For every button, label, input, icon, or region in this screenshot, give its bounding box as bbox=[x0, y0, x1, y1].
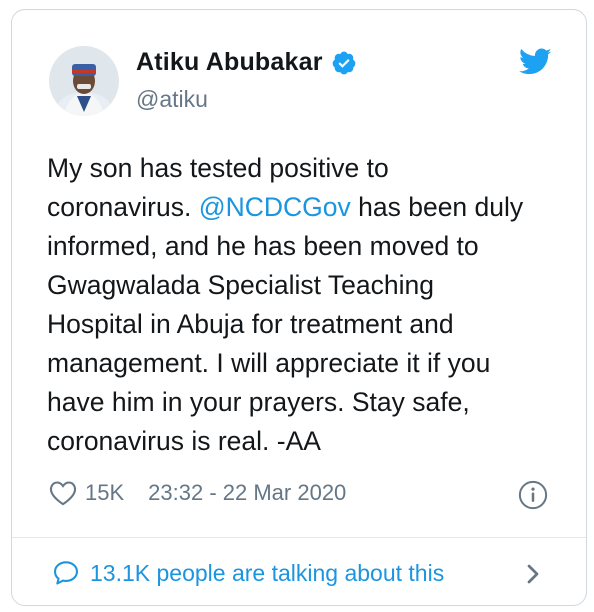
talking-about-label[interactable]: 13.1K people are talking about this bbox=[90, 560, 444, 587]
speech-bubble-icon bbox=[52, 559, 80, 587]
tweet-meta: 15K 23:32 - 22 Mar 2020 bbox=[49, 480, 346, 506]
chevron-right-icon[interactable] bbox=[524, 562, 542, 586]
author-name-row[interactable]: Atiku Abubakar bbox=[136, 48, 357, 77]
heart-icon[interactable] bbox=[49, 480, 77, 506]
talking-about-link[interactable]: 13.1K people are talking about this bbox=[52, 559, 444, 587]
mention-link[interactable]: @NCDCGov bbox=[199, 192, 351, 222]
tweet-timestamp[interactable]: 23:32 - 22 Mar 2020 bbox=[148, 480, 346, 506]
divider bbox=[12, 537, 586, 538]
info-icon[interactable] bbox=[518, 480, 548, 510]
author-handle[interactable]: @atiku bbox=[136, 86, 208, 113]
like-count[interactable]: 15K bbox=[85, 480, 124, 506]
verified-badge-icon bbox=[331, 50, 357, 76]
tweet-text-part-2: has been duly informed, and he has been … bbox=[47, 192, 524, 456]
tweet-card: Atiku Abubakar @atiku My son has tested … bbox=[11, 9, 587, 606]
tweet-text: My son has tested positive to coronaviru… bbox=[47, 149, 567, 461]
author-name[interactable]: Atiku Abubakar bbox=[136, 48, 323, 77]
twitter-bird-icon[interactable] bbox=[519, 48, 552, 76]
avatar[interactable] bbox=[49, 46, 119, 116]
